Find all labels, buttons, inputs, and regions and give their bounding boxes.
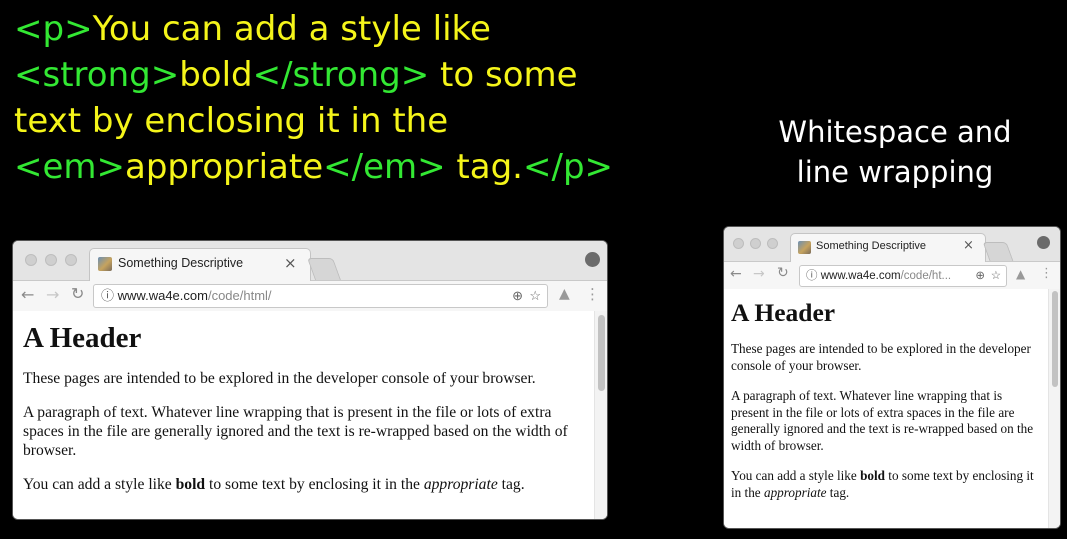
browser-tab[interactable]: Something Descriptive × <box>89 248 311 281</box>
paragraph-intro: These pages are intended to be explored … <box>731 341 1031 373</box>
vertical-scrollbar[interactable] <box>1048 289 1060 528</box>
paragraph-whitespace: A paragraph of text. Whatever line wrapp… <box>23 404 568 459</box>
page-heading: A Header <box>731 298 836 327</box>
p3-text-1: You can add a style like <box>731 468 861 483</box>
paragraph-style: You can add a style like bold to some te… <box>23 475 583 494</box>
address-bar[interactable]: ⓘ www.wa4e.com/code/html/ ⊕ ☆ <box>93 284 548 308</box>
tab-title: Something Descriptive <box>118 256 244 270</box>
zoom-icon[interactable]: ⊕ <box>512 285 523 307</box>
html-tag-token: <em> <box>14 147 126 187</box>
html-tag-token: </strong> <box>252 55 430 95</box>
browser-window-narrow: Something Descriptive × ← → ↻ ⓘ www.wa4e… <box>724 227 1060 528</box>
scrollbar-thumb[interactable] <box>1052 291 1058 387</box>
new-tab-button[interactable] <box>982 242 1014 261</box>
tab-strip: Something Descriptive × <box>724 227 1060 262</box>
bookmark-star-icon[interactable]: ☆ <box>529 285 541 307</box>
html-tag-token: </em> <box>323 147 446 187</box>
window-close-dot[interactable] <box>25 254 37 266</box>
code-line: <em>appropriate</em> tag.</p> <box>14 144 613 190</box>
info-icon[interactable]: ⓘ <box>806 266 818 286</box>
html-code-snippet: <p>You can add a style like <strong>bold<… <box>14 6 613 190</box>
html-tag-token: <strong> <box>14 55 180 95</box>
window-minimize-dot[interactable] <box>750 238 761 249</box>
caption-line-2: line wrapping <box>796 155 994 189</box>
paragraph-style: You can add a style like bold to some te… <box>731 468 1041 501</box>
slide-caption: Whitespace and line wrapping <box>760 112 1030 192</box>
text-token: bold <box>179 55 253 95</box>
bookmark-star-icon[interactable]: ☆ <box>991 266 1001 286</box>
url-host: www.wa4e.com <box>117 288 208 303</box>
window-minimize-dot[interactable] <box>45 254 57 266</box>
p3-text-1: You can add a style like <box>23 476 176 493</box>
browser-window-wide: Something Descriptive × ← → ↻ ⓘ www.wa4e… <box>13 241 607 519</box>
emphasis-text: appropriate <box>763 484 827 500</box>
browser-toolbar: ← → ↻ ⓘ www.wa4e.com/code/ht... ⊕ ☆ ▲ ⋮ <box>724 262 1060 290</box>
extension-icon[interactable]: ▲ <box>559 286 570 302</box>
html-tag-token: <p> <box>14 9 93 49</box>
kebab-menu-icon[interactable]: ⋮ <box>1040 266 1053 281</box>
code-line: text by enclosing it in the <box>14 98 613 144</box>
text-token: to some <box>429 55 578 95</box>
emphasis-text: appropriate <box>423 476 498 493</box>
info-icon[interactable]: ⓘ <box>101 285 114 307</box>
forward-button[interactable]: → <box>753 266 765 282</box>
page-viewport: A Header These pages are intended to be … <box>13 311 607 519</box>
address-bar[interactable]: ⓘ www.wa4e.com/code/ht... ⊕ ☆ <box>799 265 1007 287</box>
text-token: appropriate <box>125 147 324 187</box>
window-close-dot[interactable] <box>733 238 744 249</box>
profile-icon[interactable] <box>585 252 600 267</box>
code-line: <p>You can add a style like <box>14 6 613 52</box>
scrollbar-thumb[interactable] <box>598 315 605 391</box>
text-token: text by enclosing it in the <box>14 101 449 141</box>
reload-button[interactable]: ↻ <box>71 284 84 303</box>
page-heading: A Header <box>23 322 142 354</box>
code-line: <strong>bold</strong> to some <box>14 52 613 98</box>
favicon-icon <box>798 241 811 254</box>
caption-line-1: Whitespace and <box>778 115 1012 149</box>
url-path: /code/ht... <box>900 270 952 282</box>
forward-button[interactable]: → <box>46 285 59 304</box>
browser-toolbar: ← → ↻ ⓘ www.wa4e.com/code/html/ ⊕ ☆ ▲ ⋮ <box>13 281 607 312</box>
zoom-icon[interactable]: ⊕ <box>975 266 985 286</box>
paragraph-intro: These pages are intended to be explored … <box>23 370 536 387</box>
tab-title: Something Descriptive <box>816 240 927 252</box>
new-tab-button[interactable] <box>306 258 342 280</box>
favicon-icon <box>98 257 112 271</box>
p3-text-2: to some text by enclosing it in the <box>205 476 424 493</box>
text-token: tag. <box>445 147 523 187</box>
back-button[interactable]: ← <box>21 285 34 304</box>
bold-text: bold <box>860 468 885 483</box>
extension-icon[interactable]: ▲ <box>1016 267 1025 281</box>
back-button[interactable]: ← <box>730 266 742 282</box>
browser-tab[interactable]: Something Descriptive × <box>790 233 986 262</box>
profile-icon[interactable] <box>1037 236 1050 249</box>
tab-close-icon[interactable]: × <box>963 238 974 253</box>
url-host: www.wa4e.com <box>820 270 901 282</box>
p3-text-3: tag. <box>826 484 850 500</box>
page-viewport: A Header These pages are intended to be … <box>724 289 1060 528</box>
text-token: You can add a style like <box>92 9 491 49</box>
window-zoom-dot[interactable] <box>767 238 778 249</box>
tab-strip: Something Descriptive × <box>13 241 607 281</box>
url-path: /code/html/ <box>207 288 272 303</box>
bold-text: bold <box>175 476 206 493</box>
p3-text-3: tag. <box>497 476 525 493</box>
window-zoom-dot[interactable] <box>65 254 77 266</box>
reload-button[interactable]: ↻ <box>777 265 789 281</box>
vertical-scrollbar[interactable] <box>594 311 607 519</box>
tab-close-icon[interactable]: × <box>284 254 297 272</box>
html-tag-token: </p> <box>523 147 614 187</box>
paragraph-whitespace: A paragraph of text. Whatever line wrapp… <box>731 388 1034 453</box>
kebab-menu-icon[interactable]: ⋮ <box>585 285 600 303</box>
